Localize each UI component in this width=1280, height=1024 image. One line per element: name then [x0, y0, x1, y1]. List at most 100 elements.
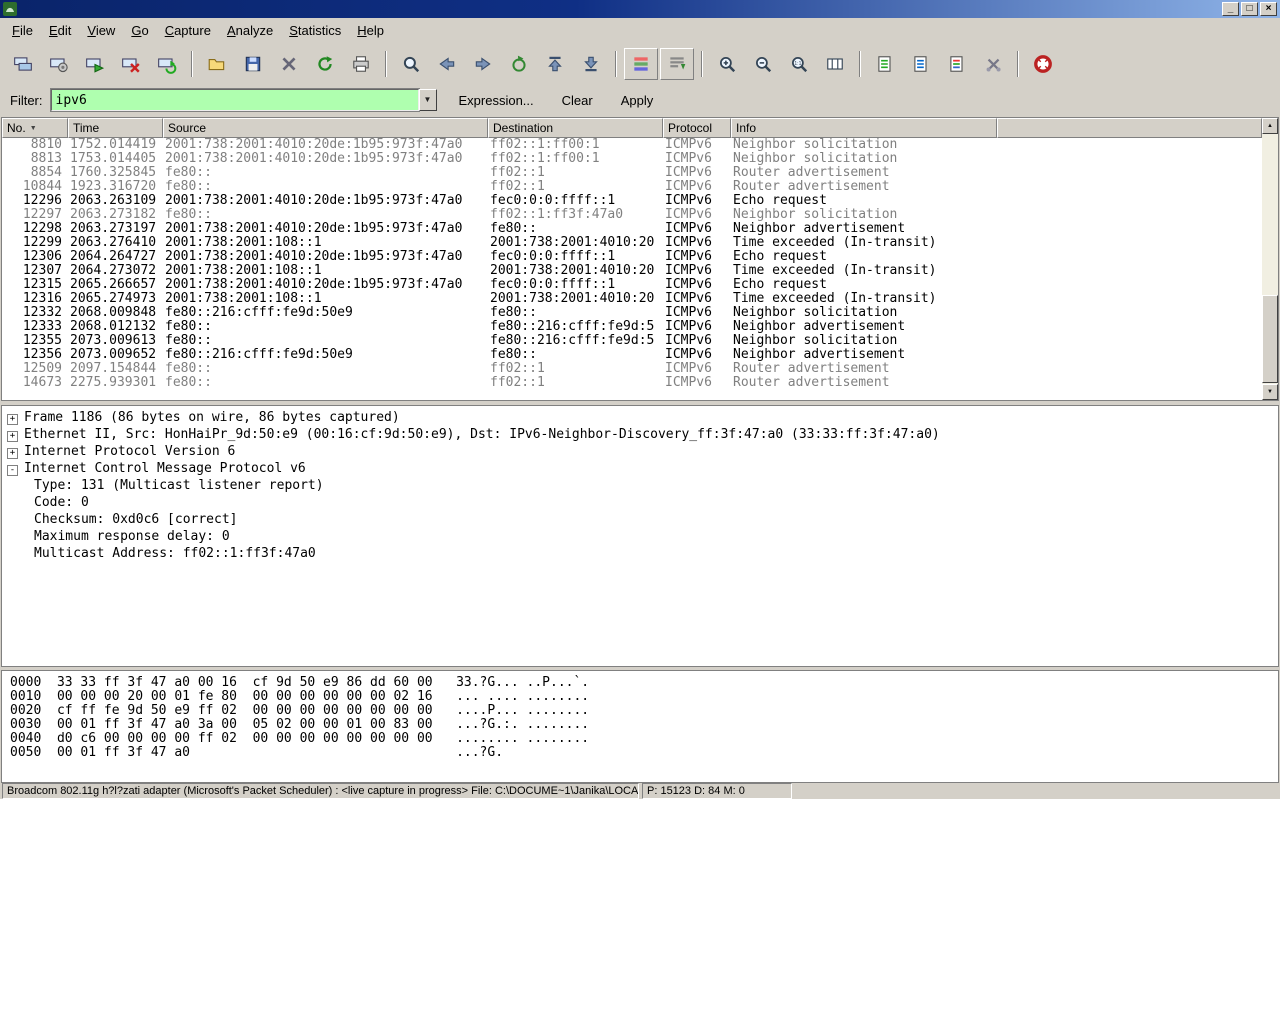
capture-restart-button[interactable]: [150, 48, 184, 80]
detail-line[interactable]: -Internet Control Message Protocol v6: [2, 460, 1278, 477]
menu-item-edit[interactable]: Edit: [41, 19, 79, 42]
zoom-out-button[interactable]: [746, 48, 780, 80]
hex-line[interactable]: 005000 01 ff 3f 47 a0...?G.: [2, 746, 1278, 760]
packet-row[interactable]: 123062064.2647272001:738:2001:4010:20de:…: [2, 250, 1262, 264]
packet-row[interactable]: 123322068.009848fe80::216:cfff:fe9d:50e9…: [2, 306, 1262, 320]
packet-row[interactable]: 88101752.0144192001:738:2001:4010:20de:1…: [2, 138, 1262, 152]
auto-scroll-button[interactable]: [660, 48, 694, 80]
packet-no: 12316: [2, 292, 68, 306]
detail-text: Internet Protocol Version 6: [24, 444, 235, 459]
go-back-button[interactable]: [430, 48, 464, 80]
hex-line[interactable]: 000033 33 ff 3f 47 a0 00 16 cf 9d 50 e9 …: [2, 676, 1278, 690]
menu-item-statistics[interactable]: Statistics: [281, 19, 349, 42]
packet-row[interactable]: 123552073.009613fe80::fe80::216:cfff:fe9…: [2, 334, 1262, 348]
hex-line[interactable]: 0040d0 c6 00 00 00 00 ff 02 00 00 00 00 …: [2, 732, 1278, 746]
filter-input[interactable]: [51, 89, 419, 111]
packet-row[interactable]: 123162065.2749732001:738:2001:108::12001…: [2, 292, 1262, 306]
reload-button[interactable]: [308, 48, 342, 80]
column-header-protocol[interactable]: Protocol: [663, 118, 731, 138]
menu-item-capture[interactable]: Capture: [157, 19, 219, 42]
packet-row[interactable]: 146732275.939301fe80::ff02::1ICMPv6Route…: [2, 376, 1262, 390]
packet-row[interactable]: 123562073.009652fe80::216:cfff:fe9d:50e9…: [2, 348, 1262, 362]
apply-button[interactable]: Apply: [615, 90, 660, 111]
column-header-filler: [997, 118, 1263, 138]
expand-icon[interactable]: +: [7, 431, 18, 442]
colorize-button[interactable]: [624, 48, 658, 80]
zoom-in-button[interactable]: [710, 48, 744, 80]
packet-row[interactable]: 108441923.316720fe80::ff02::1ICMPv6Route…: [2, 180, 1262, 194]
go-to-top-button[interactable]: [538, 48, 572, 80]
expression-button[interactable]: Expression...: [453, 90, 540, 111]
clear-button[interactable]: Clear: [556, 90, 599, 111]
scroll-down-icon[interactable]: ▼: [1262, 384, 1278, 400]
print-button[interactable]: [344, 48, 378, 80]
column-header-destination[interactable]: Destination: [488, 118, 663, 138]
menu-item-analyze[interactable]: Analyze: [219, 19, 281, 42]
go-forward-button[interactable]: [466, 48, 500, 80]
packet-row[interactable]: 88541760.325845fe80::ff02::1ICMPv6Router…: [2, 166, 1262, 180]
collapse-icon[interactable]: -: [7, 465, 18, 476]
packet-row[interactable]: 125092097.154844fe80::ff02::1ICMPv6Route…: [2, 362, 1262, 376]
packet-row[interactable]: 122992063.2764102001:738:2001:108::12001…: [2, 236, 1262, 250]
close-button[interactable]: ×: [1260, 2, 1277, 16]
detail-line[interactable]: + Internet Protocol Version 6: [2, 443, 1278, 460]
column-header-no[interactable]: No.▼: [2, 118, 68, 138]
column-header-info[interactable]: Info: [731, 118, 997, 138]
file-close-button[interactable]: [272, 48, 306, 80]
capture-stop-button[interactable]: [114, 48, 148, 80]
expand-icon[interactable]: +: [7, 448, 18, 459]
packet-row[interactable]: 123332068.012132fe80::fe80::216:cfff:fe9…: [2, 320, 1262, 334]
restore-button[interactable]: □: [1241, 2, 1258, 16]
menu-item-help[interactable]: Help: [349, 19, 392, 42]
packet-destination: ff02::1: [488, 180, 663, 194]
filter-dropdown-button[interactable]: ▼: [419, 89, 437, 111]
minimize-button[interactable]: _: [1222, 2, 1239, 16]
file-save-as-button[interactable]: [236, 48, 270, 80]
column-header-source[interactable]: Source: [163, 118, 488, 138]
zoom-100-button[interactable]: 1:1: [782, 48, 816, 80]
filter-label-button[interactable]: Filter:: [6, 90, 51, 111]
preferences-button[interactable]: [976, 48, 1010, 80]
detail-line[interactable]: Checksum: 0xd0c6 [correct]: [2, 511, 1278, 528]
display-filter-button[interactable]: [904, 48, 938, 80]
packet-row[interactable]: 123072064.2730722001:738:2001:108::12001…: [2, 264, 1262, 278]
file-open-button[interactable]: [200, 48, 234, 80]
help-button[interactable]: [1026, 48, 1060, 80]
hex-line[interactable]: 003000 01 ff 3f 47 a0 3a 00 05 02 00 00 …: [2, 718, 1278, 732]
title-bar[interactable]: _ □ ×: [0, 0, 1280, 18]
detail-line[interactable]: +Frame 1186 (86 bytes on wire, 86 bytes …: [2, 409, 1278, 426]
packet-row[interactable]: 122962063.2631092001:738:2001:4010:20de:…: [2, 194, 1262, 208]
detail-line[interactable]: Type: 131 (Multicast listener report): [2, 477, 1278, 494]
packet-row[interactable]: 88131753.0144052001:738:2001:4010:20de:1…: [2, 152, 1262, 166]
capture-options-button[interactable]: [42, 48, 76, 80]
list-interfaces-button[interactable]: [6, 48, 40, 80]
detail-line[interactable]: +Ethernet II, Src: HonHaiPr_9d:50:e9 (00…: [2, 426, 1278, 443]
resize-columns-button[interactable]: [818, 48, 852, 80]
find-packet-icon: [401, 54, 421, 74]
capture-start-button[interactable]: [78, 48, 112, 80]
hex-bytes: 00 00 00 20 00 01 fe 80 00 00 00 00 00 0…: [57, 690, 433, 704]
packet-row[interactable]: 123152065.2666572001:738:2001:4010:20de:…: [2, 278, 1262, 292]
capture-filter-button[interactable]: [868, 48, 902, 80]
coloring-rules-button[interactable]: [940, 48, 974, 80]
packet-no: 8813: [2, 152, 68, 166]
packet-row[interactable]: 122982063.2731972001:738:2001:4010:20de:…: [2, 222, 1262, 236]
detail-line[interactable]: Multicast Address: ff02::1:ff3f:47a0: [2, 545, 1278, 562]
hex-bytes: 33 33 ff 3f 47 a0 00 16 cf 9d 50 e9 86 d…: [57, 676, 433, 690]
packet-list-scrollbar[interactable]: ▲ ▼: [1262, 118, 1278, 400]
detail-line[interactable]: Maximum response delay: 0: [2, 528, 1278, 545]
go-to-packet-button[interactable]: [502, 48, 536, 80]
find-packet-button[interactable]: [394, 48, 428, 80]
go-to-bottom-button[interactable]: [574, 48, 608, 80]
scroll-up-icon[interactable]: ▲: [1262, 118, 1278, 134]
packet-row[interactable]: 122972063.273182fe80::ff02::1:ff3f:47a0I…: [2, 208, 1262, 222]
menu-item-file[interactable]: File: [4, 19, 41, 42]
expand-icon[interactable]: +: [7, 414, 18, 425]
menu-item-view[interactable]: View: [79, 19, 123, 42]
menu-item-go[interactable]: Go: [123, 19, 156, 42]
column-header-time[interactable]: Time: [68, 118, 163, 138]
hex-line[interactable]: 001000 00 00 20 00 01 fe 80 00 00 00 00 …: [2, 690, 1278, 704]
hex-line[interactable]: 0020cf ff fe 9d 50 e9 ff 02 00 00 00 00 …: [2, 704, 1278, 718]
scrollbar-thumb[interactable]: [1262, 295, 1278, 383]
detail-line[interactable]: Code: 0: [2, 494, 1278, 511]
